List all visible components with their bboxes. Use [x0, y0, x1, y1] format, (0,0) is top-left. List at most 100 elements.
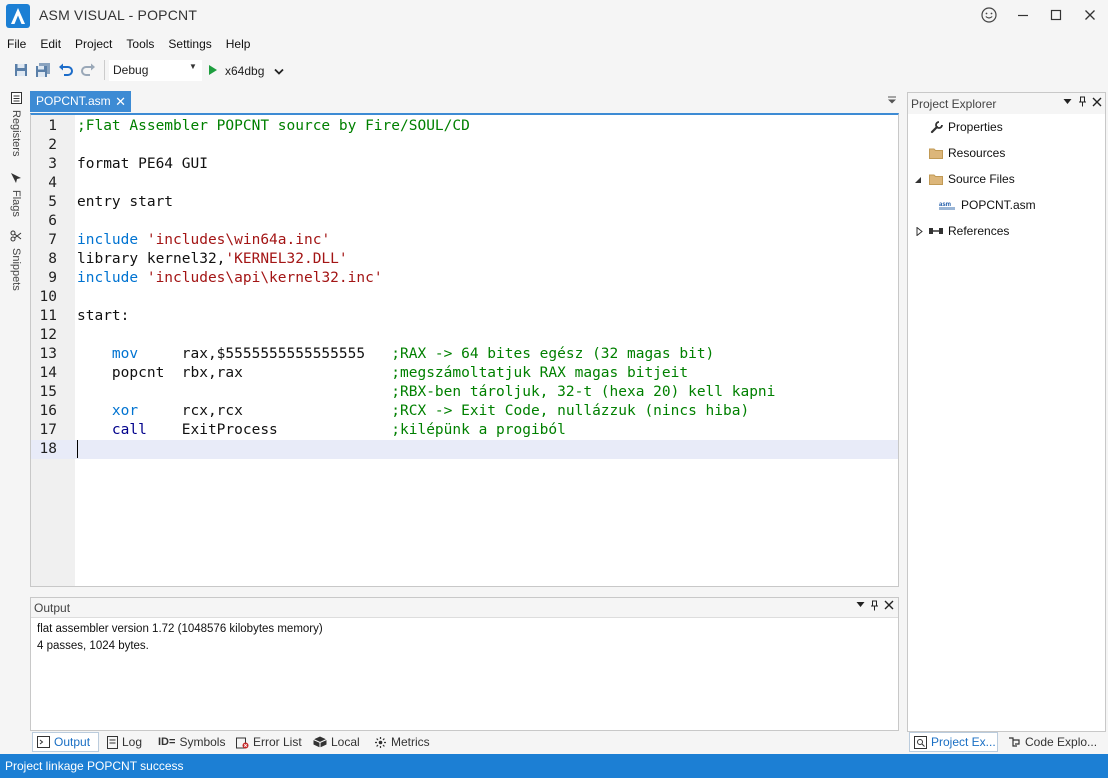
toolbar-divider: [104, 60, 105, 80]
code-token: entry start: [77, 194, 174, 210]
code-editor[interactable]: 1 ;Flat Assembler POPCNT source by Fire/S…: [30, 113, 899, 587]
code-line[interactable]: 7 include 'includes\win64a.inc': [31, 231, 898, 250]
menu-file[interactable]: File: [0, 34, 33, 54]
chevron-down-icon[interactable]: ▼: [189, 62, 197, 71]
output-icon: [37, 736, 50, 748]
expanded-arrow-icon[interactable]: [914, 173, 922, 187]
menu-edit[interactable]: Edit: [33, 34, 68, 54]
tab-error-list[interactable]: Error List: [236, 732, 302, 752]
code-line[interactable]: 3 format PE64 GUI: [31, 155, 898, 174]
tree-item-resources[interactable]: Resources: [928, 142, 1005, 164]
code-token: call: [77, 422, 147, 438]
close-tab-icon[interactable]: ✕: [115, 91, 126, 112]
code-text: include 'includes\win64a.inc': [77, 231, 330, 250]
code-text: entry start: [77, 193, 173, 212]
line-number: 7: [48, 232, 57, 248]
code-token: 'includes\api\kernel32.inc': [146, 270, 383, 286]
side-tab-registers[interactable]: Registers: [6, 92, 26, 156]
line-number: 16: [39, 403, 57, 419]
code-token: ;megszámoltatjuk RAX magas bitjeit: [391, 365, 689, 381]
tab-metrics[interactable]: Metrics: [374, 732, 430, 752]
explorer-tabs: Project Ex... Code Explo...: [907, 732, 1106, 752]
line-number: 10: [39, 289, 57, 305]
menu-settings[interactable]: Settings: [161, 34, 218, 54]
pin-icon[interactable]: [870, 600, 879, 614]
feedback-smiley-icon[interactable]: [975, 4, 1003, 26]
editor-tab-popcnt[interactable]: POPCNT.asm ✕: [30, 91, 131, 112]
line-number: 9: [48, 270, 57, 286]
code-line[interactable]: 12: [31, 326, 898, 345]
tree-item-source-files[interactable]: Source Files: [928, 168, 1015, 190]
debugger-selector[interactable]: x64dbg: [225, 64, 264, 78]
code-token: rax,$5555555555555555: [138, 346, 392, 362]
tab-code-explorer[interactable]: Code Explo...: [1007, 732, 1097, 752]
bottom-tool-tabs: Output Log ID= Symbols Error List Local …: [30, 732, 899, 752]
code-line[interactable]: 10: [31, 288, 898, 307]
code-token: ;RBX-ben tároljuk, 32-t (hexa 20) kell k…: [391, 384, 776, 400]
code-line[interactable]: 9 include 'includes\api\kernel32.inc': [31, 269, 898, 288]
close-window-button[interactable]: [1076, 4, 1104, 26]
menu-help[interactable]: Help: [219, 34, 258, 54]
tab-output[interactable]: Output: [32, 732, 99, 752]
redo-icon[interactable]: [79, 61, 97, 79]
code-text: popcnt rbx,rax ;megszámoltatjuk RAX maga…: [77, 364, 688, 383]
tab-project-explorer[interactable]: Project Ex...: [909, 732, 998, 752]
code-line[interactable]: 17 call ExitProcess ;kilépünk a progiból: [31, 421, 898, 440]
menu-tools[interactable]: Tools: [119, 34, 161, 54]
panel-menu-icon[interactable]: [856, 600, 865, 612]
collapsed-arrow-icon[interactable]: [916, 225, 923, 239]
minimize-button[interactable]: [1009, 4, 1037, 26]
code-line[interactable]: 16 xor rcx,rcx ;RCX -> Exit Code, nulláz…: [31, 402, 898, 421]
tree-item-references[interactable]: References: [928, 220, 1009, 242]
code-line[interactable]: 1 ;Flat Assembler POPCNT source by Fire/S…: [31, 117, 898, 136]
output-line: 4 passes, 1024 bytes.: [37, 640, 149, 652]
menu-project[interactable]: Project: [68, 34, 119, 54]
tab-symbols[interactable]: ID= Symbols: [158, 732, 225, 752]
panel-menu-icon[interactable]: [1063, 97, 1072, 109]
code-token: ;RAX -> 64 bites egész (32 magas bit): [391, 346, 715, 362]
undo-icon[interactable]: [57, 61, 75, 79]
code-line[interactable]: 13 mov rax,$5555555555555555 ;RAX -> 64 …: [31, 345, 898, 364]
close-panel-icon[interactable]: [1092, 97, 1102, 110]
tab-local[interactable]: Local: [313, 732, 360, 752]
code-line[interactable]: 5 entry start: [31, 193, 898, 212]
save-all-icon[interactable]: [34, 61, 52, 79]
line-number: 3: [48, 156, 57, 172]
status-text: Project linkage POPCNT success: [5, 759, 184, 773]
tab-local-label: Local: [331, 735, 360, 749]
document-list-icon[interactable]: [887, 95, 897, 107]
maximize-button[interactable]: [1042, 4, 1070, 26]
line-number: 17: [39, 422, 57, 438]
tree-item-popcnt-asm[interactable]: asm POPCNT.asm: [939, 194, 1036, 216]
code-line[interactable]: 15 ;RBX-ben tároljuk, 32-t (hexa 20) kel…: [31, 383, 898, 402]
code-line[interactable]: 11 start:: [31, 307, 898, 326]
line-number: 15: [39, 384, 57, 400]
editor-tab-label: POPCNT.asm: [36, 94, 111, 108]
metrics-icon: [374, 736, 387, 749]
run-icon[interactable]: [208, 64, 218, 79]
debugger-chevron-icon[interactable]: [274, 65, 284, 79]
text-caret: [77, 440, 78, 458]
code-line[interactable]: 18: [31, 440, 898, 459]
output-panel: Output flat assembler version 1.72 (1048…: [30, 597, 899, 731]
references-icon: [928, 223, 944, 239]
pin-icon[interactable]: [1078, 96, 1087, 110]
line-number: 18: [39, 441, 57, 457]
code-line[interactable]: 2: [31, 136, 898, 155]
code-line[interactable]: 14 popcnt rbx,rax ;megszámoltatjuk RAX m…: [31, 364, 898, 383]
side-tab-snippets-label: Snippets: [10, 248, 22, 291]
tab-log[interactable]: Log: [107, 732, 142, 752]
close-panel-icon[interactable]: [884, 600, 894, 613]
tree-item-label: Source Files: [948, 172, 1015, 186]
code-line[interactable]: 4: [31, 174, 898, 193]
line-number: 11: [39, 308, 57, 324]
side-tab-flags[interactable]: Flags: [6, 172, 26, 217]
tree-item-properties[interactable]: Properties: [928, 116, 1003, 138]
code-line[interactable]: 6: [31, 212, 898, 231]
save-icon[interactable]: [12, 61, 30, 79]
code-line[interactable]: 8 library kernel32,'KERNEL32.DLL': [31, 250, 898, 269]
side-tab-snippets[interactable]: Snippets: [6, 230, 26, 291]
status-bar: Project linkage POPCNT success: [0, 754, 1108, 778]
